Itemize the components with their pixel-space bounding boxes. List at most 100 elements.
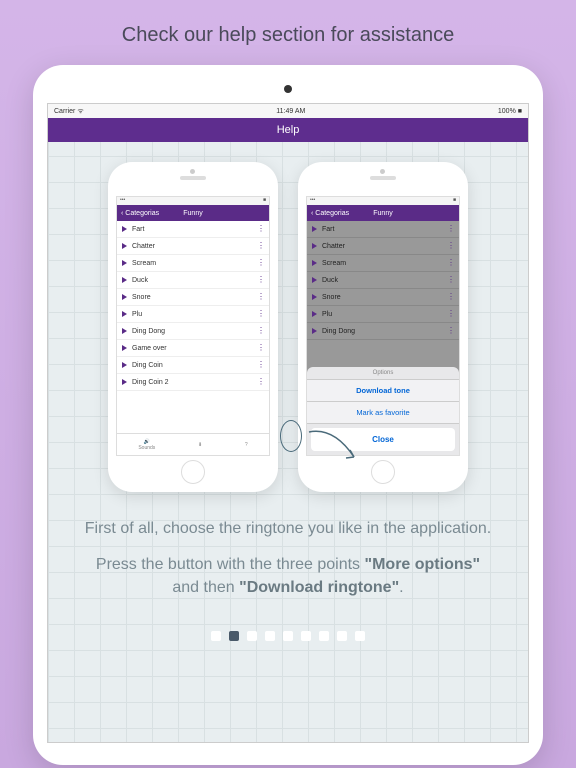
- ringtone-list-dimmed: Fart⋮Chatter⋮Scream⋮Duck⋮Snore⋮Plu⋮Ding …: [307, 221, 459, 455]
- list-item[interactable]: Duck⋮: [307, 272, 459, 289]
- home-button[interactable]: [181, 460, 205, 484]
- more-icon[interactable]: ⋮: [257, 329, 264, 333]
- more-icon[interactable]: ⋮: [447, 312, 454, 316]
- list-item[interactable]: Scream ⋮: [117, 255, 269, 272]
- list-item[interactable]: Fart ⋮: [117, 221, 269, 238]
- more-icon[interactable]: ⋮: [447, 295, 454, 299]
- mark-favorite-button[interactable]: Mark as favorite: [307, 402, 459, 424]
- ringtone-name: Ding Dong: [132, 328, 165, 335]
- download-tone-button[interactable]: Download tone: [307, 380, 459, 402]
- more-icon[interactable]: ⋮: [257, 278, 264, 282]
- phone-left: •••■ ‹ Categorias Funny Fart⋮Chatter⋮Scr…: [108, 162, 278, 492]
- ringtone-name: Game over: [132, 345, 167, 352]
- list-item[interactable]: Snore⋮: [117, 289, 269, 306]
- page-dot[interactable]: [337, 631, 347, 641]
- list-item[interactable]: Plu⋮: [117, 306, 269, 323]
- play-icon: [312, 243, 317, 249]
- play-icon: [122, 311, 127, 317]
- more-icon[interactable]: ⋮: [257, 363, 264, 367]
- play-icon: [122, 260, 127, 266]
- play-icon: [312, 328, 317, 334]
- list-item[interactable]: Plu⋮: [307, 306, 459, 323]
- sheet-header: Options: [307, 367, 459, 380]
- play-icon: [122, 277, 127, 283]
- more-icon[interactable]: ⋮: [257, 261, 264, 265]
- instructions: First of all, choose the ringtone you li…: [58, 492, 518, 613]
- page-dot[interactable]: [355, 631, 365, 641]
- list-item[interactable]: Duck ⋮: [117, 272, 269, 289]
- status-carrier: Carrier ᯤ: [54, 107, 84, 116]
- arrow-icon: [304, 422, 364, 472]
- page-dot[interactable]: [247, 631, 257, 641]
- play-icon: [122, 243, 127, 249]
- tablet-frame: Carrier ᯤ 11:49 AM 100% ■ Help •••■ ‹ Ca…: [33, 65, 543, 765]
- phone-status-bar: •••■: [307, 197, 459, 205]
- list-item[interactable]: Scream ⋮: [307, 255, 459, 272]
- page-dot[interactable]: [265, 631, 275, 641]
- phone-speaker: [180, 176, 206, 180]
- more-icon[interactable]: ⋮: [257, 346, 264, 350]
- phone-tab-bar: 🔊Sounds ⬇ ?: [117, 433, 269, 455]
- page-dot[interactable]: [319, 631, 329, 641]
- more-icon[interactable]: ⋮: [447, 261, 454, 265]
- list-item[interactable]: Ding Coin 2⋮: [117, 374, 269, 391]
- tablet-status-bar: Carrier ᯤ 11:49 AM 100% ■: [48, 104, 528, 118]
- page-dot[interactable]: [229, 631, 239, 641]
- ringtone-name: Ding Coin: [132, 362, 163, 369]
- tab-help[interactable]: ?: [245, 442, 248, 448]
- help-content: •••■ ‹ Categorias Funny Fart⋮Chatter⋮Scr…: [48, 142, 528, 742]
- phone-status-bar: •••■: [117, 197, 269, 205]
- instruction-line-2: Press the button with the three points "…: [84, 554, 492, 599]
- ringtone-name: Snore: [322, 294, 341, 301]
- list-item[interactable]: Ding Coin ⋮: [117, 357, 269, 374]
- ringtone-name: Fart: [132, 226, 144, 233]
- more-icon[interactable]: ⋮: [257, 244, 264, 248]
- phone-speaker: [370, 176, 396, 180]
- tab-middle[interactable]: ⬇: [198, 442, 202, 448]
- more-icon[interactable]: ⋮: [447, 244, 454, 248]
- more-icon[interactable]: ⋮: [257, 380, 264, 384]
- page-dot[interactable]: [301, 631, 311, 641]
- more-icon[interactable]: ⋮: [447, 227, 454, 231]
- tablet-camera: [284, 85, 292, 93]
- list-item[interactable]: Fart ⋮: [307, 221, 459, 238]
- tab-sounds[interactable]: 🔊Sounds: [138, 439, 155, 451]
- page-indicator[interactable]: [211, 613, 365, 659]
- phone-screen-left: •••■ ‹ Categorias Funny Fart⋮Chatter⋮Scr…: [116, 196, 270, 456]
- list-item[interactable]: Ding Dong ⋮: [307, 323, 459, 340]
- play-icon: [312, 294, 317, 300]
- ringtone-name: Scream: [132, 260, 156, 267]
- list-item[interactable]: Game over ⋮: [117, 340, 269, 357]
- more-icon[interactable]: ⋮: [257, 295, 264, 299]
- play-icon: [312, 260, 317, 266]
- play-icon: [312, 311, 317, 317]
- instruction-line-1: First of all, choose the ringtone you li…: [84, 518, 492, 540]
- list-item[interactable]: Ding Dong ⋮: [117, 323, 269, 340]
- ringtone-name: Chatter: [322, 243, 345, 250]
- page-dot[interactable]: [283, 631, 293, 641]
- play-icon: [122, 226, 127, 232]
- list-item[interactable]: Snore ⋮: [307, 289, 459, 306]
- more-icon[interactable]: ⋮: [447, 278, 454, 282]
- tablet-navbar-title: Help: [48, 118, 528, 142]
- ringtone-name: Ding Dong: [322, 328, 355, 335]
- page-dot[interactable]: [211, 631, 221, 641]
- play-icon: [122, 362, 127, 368]
- ringtone-name: Fart: [322, 226, 334, 233]
- play-icon: [122, 294, 127, 300]
- ringtone-name: Duck: [132, 277, 148, 284]
- play-icon: [122, 379, 127, 385]
- back-button[interactable]: ‹ Categorias: [311, 210, 349, 217]
- phone-navbar: ‹ Categorias Funny: [117, 205, 269, 221]
- phone-screen-right: •••■ ‹ Categorias Funny Fart⋮Chatter⋮Scr…: [306, 196, 460, 456]
- list-item[interactable]: Chatter ⋮: [117, 238, 269, 255]
- home-button[interactable]: [371, 460, 395, 484]
- ringtone-name: Scream: [322, 260, 346, 267]
- more-icon[interactable]: ⋮: [257, 312, 264, 316]
- ringtone-name: Chatter: [132, 243, 155, 250]
- list-item[interactable]: Chatter ⋮: [307, 238, 459, 255]
- back-button[interactable]: ‹ Categorias: [121, 210, 159, 217]
- more-icon[interactable]: ⋮: [257, 227, 264, 231]
- more-icon[interactable]: ⋮: [447, 329, 454, 333]
- highlight-circle: [280, 420, 302, 452]
